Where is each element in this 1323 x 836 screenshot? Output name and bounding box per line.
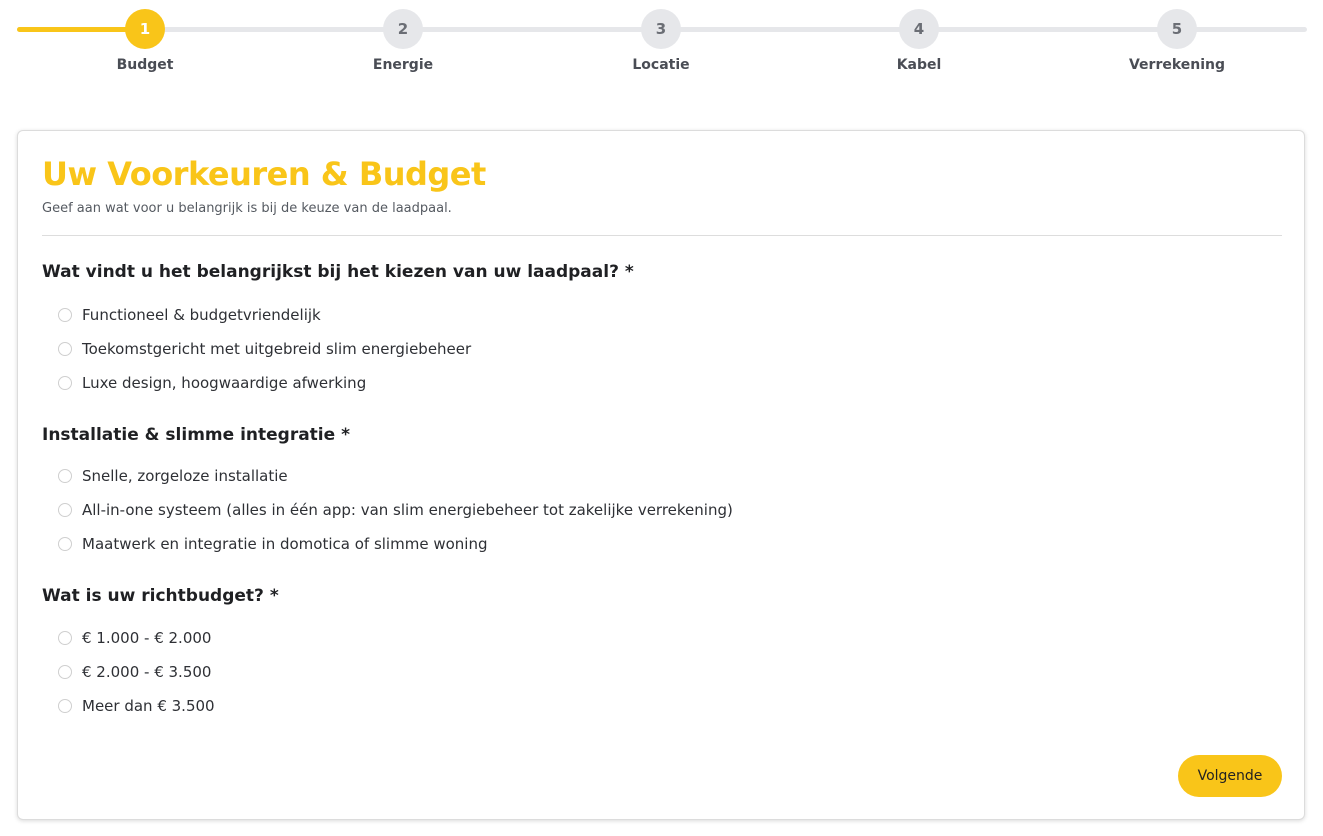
question-installation: Installatie & slimme integratie * [42, 425, 350, 445]
radio-option[interactable]: € 2.000 - € 3.500 [58, 661, 211, 683]
radio-button[interactable] [58, 376, 72, 390]
step-budget[interactable]: 1 Budget [85, 9, 205, 73]
step-label: Locatie [632, 57, 690, 73]
option-label: Toekomstgericht met uitgebreid slim ener… [82, 340, 472, 358]
radio-button[interactable] [58, 469, 72, 483]
radio-button[interactable] [58, 503, 72, 517]
divider [42, 235, 1282, 236]
radio-option[interactable]: Maatwerk en integratie in domotica of sl… [58, 533, 487, 555]
option-label: € 1.000 - € 2.000 [82, 629, 212, 647]
radio-button[interactable] [58, 537, 72, 551]
radio-button[interactable] [58, 665, 72, 679]
step-label: Budget [116, 57, 174, 73]
step-energie[interactable]: 2 Energie [343, 9, 463, 73]
form-subtitle: Geef aan wat voor u belangrijk is bij de… [42, 201, 452, 216]
step-label: Verrekening [1128, 57, 1226, 73]
progress-stepper: 1 Budget 2 Energie 3 Locatie 4 Kabel 5 V… [0, 0, 1323, 90]
option-label: Luxe design, hoogwaardige afwerking [82, 374, 367, 392]
radio-option[interactable]: Meer dan € 3.500 [58, 695, 215, 717]
step-label: Kabel [896, 57, 942, 73]
radio-option[interactable]: Functioneel & budgetvriendelijk [58, 304, 321, 326]
question-budget: Wat is uw richtbudget? * [42, 586, 279, 606]
form-title: Uw Voorkeuren & Budget [42, 155, 486, 193]
option-label: Snelle, zorgeloze installatie [82, 467, 288, 485]
next-button[interactable]: Volgende [1178, 755, 1282, 797]
option-label: Meer dan € 3.500 [82, 697, 215, 715]
radio-button[interactable] [58, 342, 72, 356]
option-label: Functioneel & budgetvriendelijk [82, 306, 321, 324]
step-number: 3 [641, 9, 681, 49]
radio-option[interactable]: Toekomstgericht met uitgebreid slim ener… [58, 338, 471, 360]
radio-option[interactable]: Snelle, zorgeloze installatie [58, 465, 288, 487]
radio-button[interactable] [58, 699, 72, 713]
question-importance: Wat vindt u het belangrijkst bij het kie… [42, 262, 634, 282]
radio-option[interactable]: Luxe design, hoogwaardige afwerking [58, 372, 366, 394]
step-locatie[interactable]: 3 Locatie [601, 9, 721, 73]
step-number: 5 [1157, 9, 1197, 49]
radio-option[interactable]: € 1.000 - € 2.000 [58, 627, 211, 649]
step-kabel[interactable]: 4 Kabel [859, 9, 979, 73]
radio-button[interactable] [58, 308, 72, 322]
step-number: 1 [125, 9, 165, 49]
step-number: 2 [383, 9, 423, 49]
radio-option[interactable]: All-in-one systeem (alles in één app: va… [58, 499, 733, 521]
option-label: Maatwerk en integratie in domotica of sl… [82, 535, 488, 553]
step-label: Energie [372, 57, 434, 73]
preferences-form-card: Uw Voorkeuren & Budget Geef aan wat voor… [17, 130, 1305, 820]
option-label: € 2.000 - € 3.500 [82, 663, 212, 681]
step-number: 4 [899, 9, 939, 49]
step-verrekening[interactable]: 5 Verrekening [1117, 9, 1237, 73]
option-label: All-in-one systeem (alles in één app: va… [82, 501, 733, 519]
radio-button[interactable] [58, 631, 72, 645]
